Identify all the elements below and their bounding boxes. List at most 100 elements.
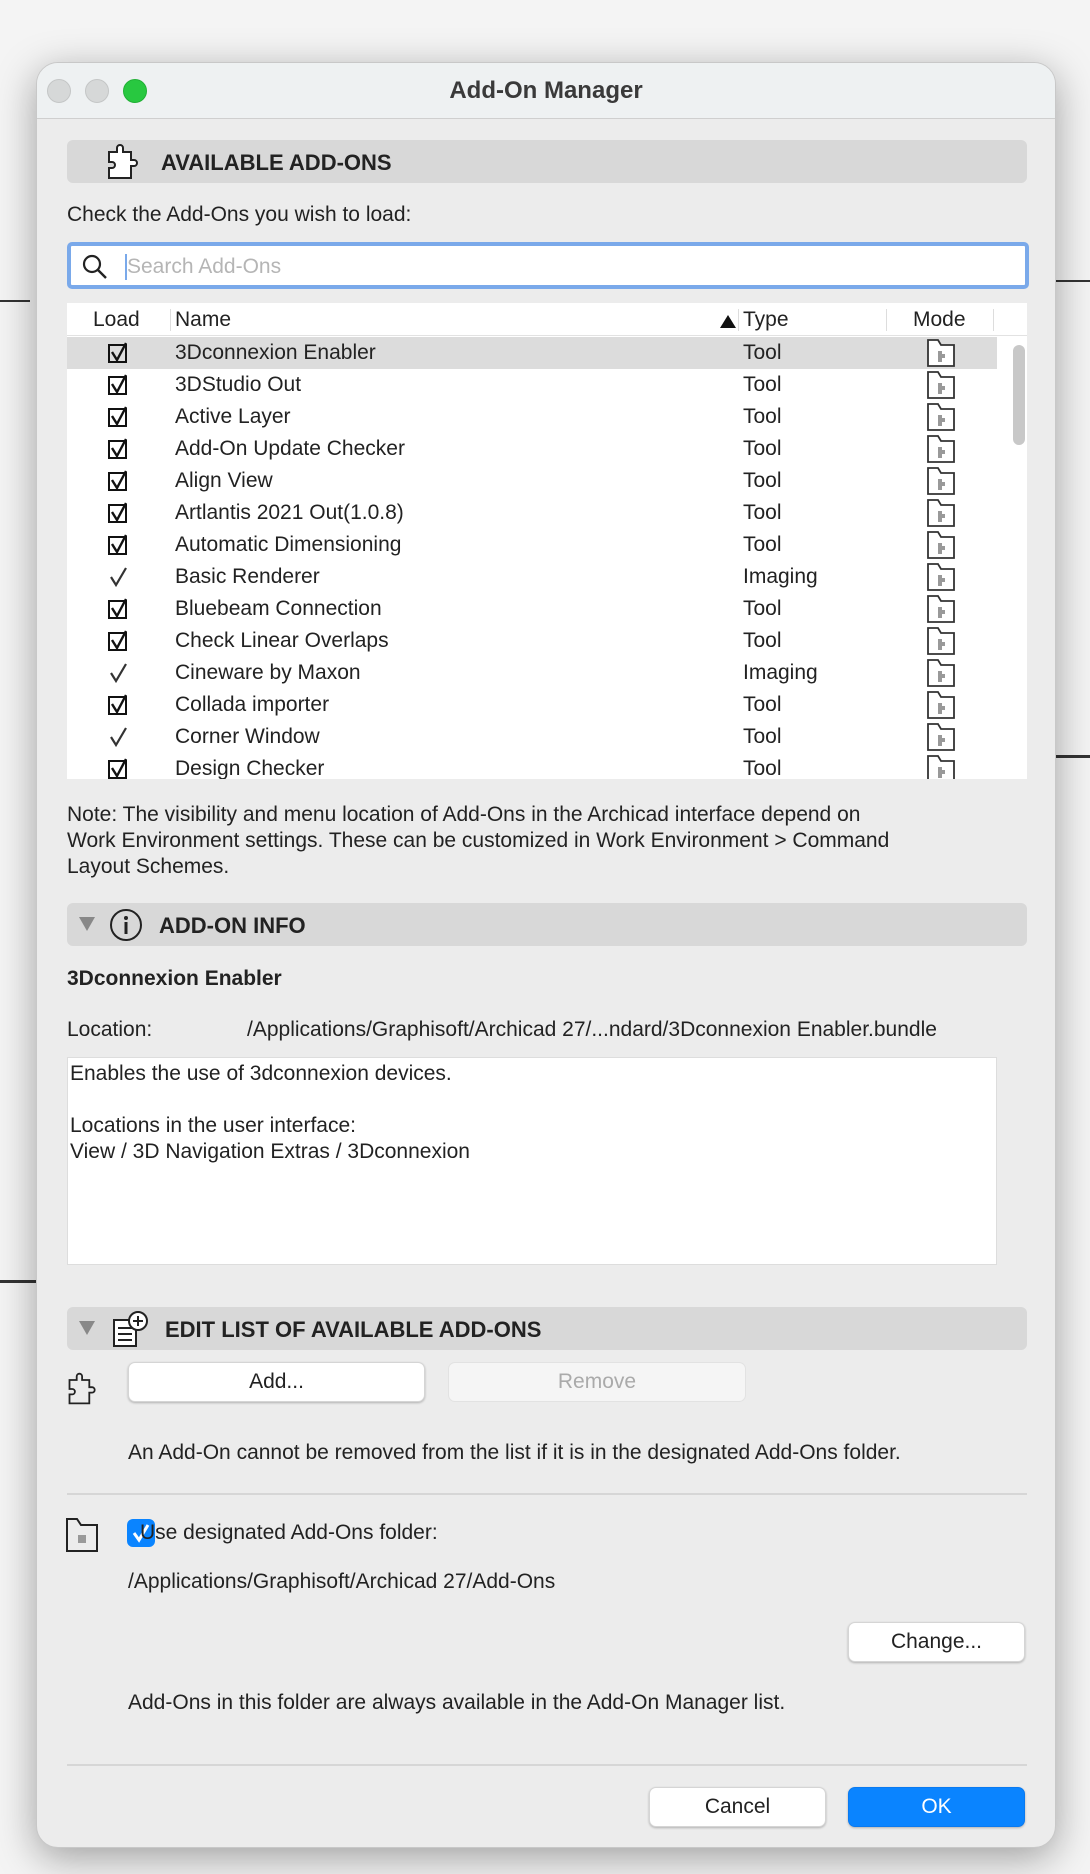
selected-add-on-name: 3Dconnexion Enabler	[67, 967, 282, 990]
search-icon	[82, 254, 107, 279]
table-row[interactable]: Align View Tool	[67, 465, 997, 497]
background-drawing	[1056, 755, 1090, 758]
background-drawing	[1056, 280, 1090, 282]
note-line-1: Note: The visibility and menu location o…	[67, 803, 861, 826]
note-line-3: Layout Schemes.	[67, 855, 230, 878]
table-row[interactable]: Collada importer Tool	[67, 689, 997, 721]
add-on-name: Align View	[175, 469, 273, 492]
add-ons-table: Load Name Type Mode 3Dconnexion Enabler T…	[67, 303, 1027, 779]
puzzle-icon	[68, 1372, 96, 1405]
table-row[interactable]: Design Checker Tool	[67, 753, 997, 779]
change-folder-button[interactable]: Change...	[848, 1622, 1025, 1662]
add-on-name: Automatic Dimensioning	[175, 533, 402, 556]
add-on-name: Collada importer	[175, 693, 330, 716]
table-row[interactable]: Check Linear Overlaps Tool	[67, 625, 997, 657]
location-value: /Applications/Graphisoft/Archicad 27/...…	[247, 1018, 937, 1041]
edit-list-section-header[interactable]: EDIT LIST OF AVAILABLE ADD-ONS	[67, 1307, 1027, 1350]
load-checkbox[interactable]	[108, 694, 129, 715]
add-on-name: Check Linear Overlaps	[175, 629, 389, 652]
add-on-manager-dialog: Add-On Manager AVAILABLE ADD-ONS Check t…	[36, 62, 1056, 1848]
add-on-folder-icon	[926, 659, 956, 692]
sort-ascending-icon	[720, 315, 736, 328]
add-on-folder-icon	[926, 467, 956, 500]
table-row[interactable]: Artlantis 2021 Out(1.0.8) Tool	[67, 497, 997, 529]
column-header-name[interactable]: Name	[175, 308, 231, 332]
add-on-name: Basic Renderer	[175, 565, 320, 588]
table-row[interactable]: Corner Window Tool	[67, 721, 997, 753]
add-on-folder-icon	[66, 1518, 98, 1552]
table-row[interactable]: 3Dconnexion Enabler Tool	[67, 337, 997, 369]
add-on-name: Corner Window	[175, 725, 320, 748]
add-on-name: Cineware by Maxon	[175, 661, 361, 684]
table-row[interactable]: 3DStudio Out Tool	[67, 369, 997, 401]
folder-note: Add-Ons in this folder are always availa…	[128, 1691, 786, 1714]
remove-note: An Add-On cannot be removed from the lis…	[128, 1441, 901, 1464]
add-on-type: Imaging	[743, 661, 818, 684]
add-on-type: Imaging	[743, 565, 818, 588]
note-line-2: Work Environment settings. These can be …	[67, 829, 890, 852]
load-checkbox[interactable]	[108, 374, 129, 395]
window-title: Add-On Manager	[449, 77, 643, 104]
column-header-mode[interactable]: Mode	[913, 308, 966, 332]
add-on-folder-icon	[926, 755, 956, 779]
section-title: ADD-ON INFO	[159, 913, 306, 938]
add-on-folder-icon	[926, 563, 956, 596]
add-on-type: Tool	[743, 693, 782, 716]
use-designated-folder-label[interactable]: Use designated Add-Ons folder:	[140, 1521, 438, 1545]
remove-button[interactable]: Remove	[448, 1362, 746, 1402]
section-title: EDIT LIST OF AVAILABLE ADD-ONS	[165, 1317, 542, 1342]
table-row[interactable]: Automatic Dimensioning Tool	[67, 529, 997, 561]
load-checkbox[interactable]	[108, 470, 129, 491]
load-checkbox[interactable]	[108, 758, 129, 779]
table-row[interactable]: Active Layer Tool	[67, 401, 997, 433]
table-row[interactable]: Basic Renderer Imaging	[67, 561, 997, 593]
table-row[interactable]: Bluebeam Connection Tool	[67, 593, 997, 625]
add-on-info-section-header[interactable]: ADD-ON INFO	[67, 903, 1027, 946]
collapse-triangle-icon[interactable]	[79, 917, 95, 931]
add-on-type: Tool	[743, 501, 782, 524]
add-on-type: Tool	[743, 341, 782, 364]
table-row[interactable]: Add-On Update Checker Tool	[67, 433, 997, 465]
divider	[67, 1493, 1027, 1495]
add-on-name: 3DStudio Out	[175, 373, 302, 396]
always-loaded-check-icon	[108, 662, 129, 684]
add-on-folder-icon	[926, 499, 956, 532]
info-icon	[110, 909, 142, 941]
background-drawing	[0, 1280, 36, 1283]
load-checkbox[interactable]	[108, 534, 129, 555]
description-line: View / 3D Navigation Extras / 3Dconnexio…	[70, 1140, 470, 1163]
column-header-type[interactable]: Type	[743, 308, 789, 332]
table-header: Load Name Type Mode	[67, 303, 1027, 336]
add-on-name: Bluebeam Connection	[175, 597, 382, 620]
add-on-folder-icon	[926, 595, 956, 628]
table-row[interactable]: Cineware by Maxon Imaging	[67, 657, 997, 689]
cancel-button[interactable]: Cancel	[649, 1787, 826, 1827]
load-checkbox[interactable]	[108, 342, 129, 363]
puzzle-icon	[108, 144, 138, 179]
edit-list-icon	[113, 1311, 148, 1347]
add-on-type: Tool	[743, 757, 782, 779]
always-loaded-check-icon	[108, 566, 129, 588]
load-checkbox[interactable]	[108, 630, 129, 651]
load-checkbox[interactable]	[108, 598, 129, 619]
description-box: Enables the use of 3dconnexion devices. …	[67, 1057, 997, 1265]
add-on-folder-icon	[926, 627, 956, 660]
load-checkbox[interactable]	[108, 406, 129, 427]
column-header-load[interactable]: Load	[93, 308, 140, 332]
ok-button[interactable]: OK	[848, 1787, 1025, 1827]
divider	[67, 1764, 1027, 1766]
available-add-ons-section-header: AVAILABLE ADD-ONS	[67, 140, 1027, 183]
search-input[interactable]: Search Add-Ons	[67, 242, 1029, 289]
table-scrollbar[interactable]	[1013, 345, 1025, 445]
collapse-triangle-icon[interactable]	[79, 1321, 95, 1335]
add-on-name: Artlantis 2021 Out(1.0.8)	[175, 501, 404, 524]
title-bar: Add-On Manager	[37, 63, 1055, 119]
add-on-name: Active Layer	[175, 405, 291, 428]
add-button[interactable]: Add...	[128, 1362, 425, 1402]
description-line: Enables the use of 3dconnexion devices.	[70, 1062, 452, 1085]
add-on-name: Design Checker	[175, 757, 325, 779]
load-checkbox[interactable]	[108, 438, 129, 459]
load-checkbox[interactable]	[108, 502, 129, 523]
add-on-folder-icon	[926, 531, 956, 564]
add-on-folder-icon	[926, 403, 956, 436]
